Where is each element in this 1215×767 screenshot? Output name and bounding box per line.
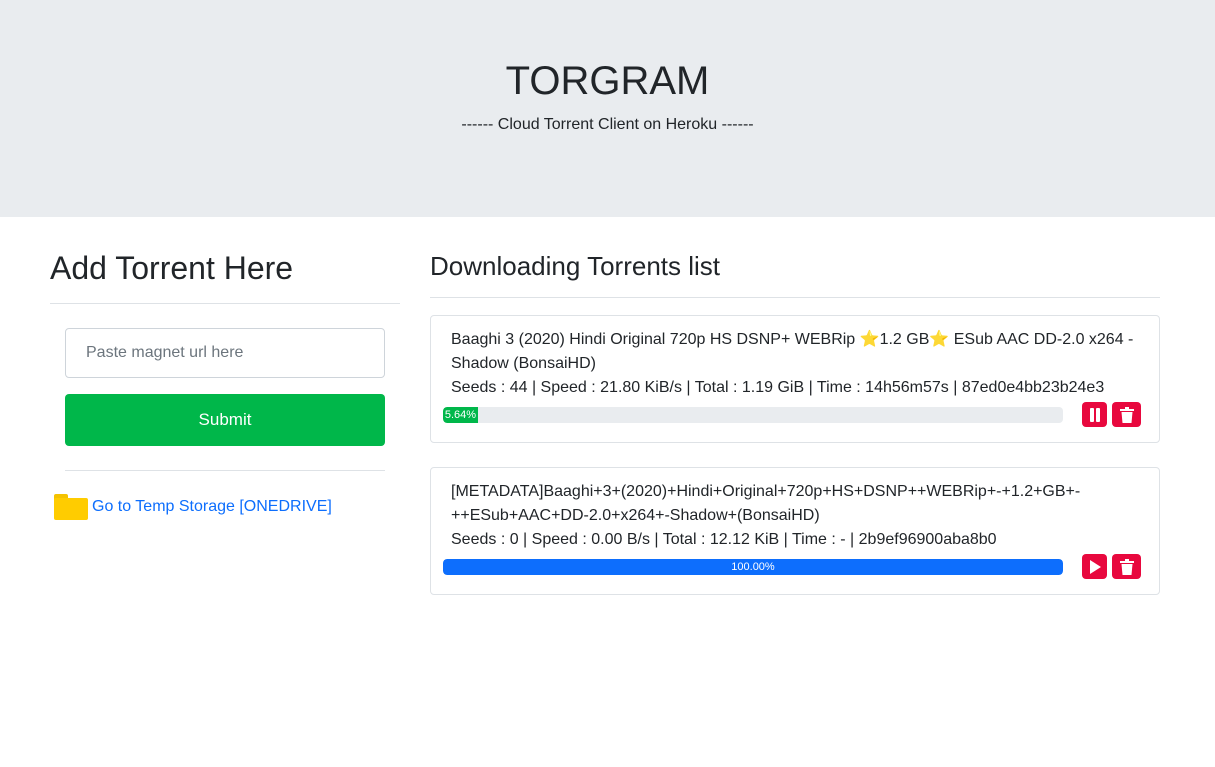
folder-icon	[54, 494, 88, 520]
torrent-stats: Seeds : 44 | Speed : 21.80 KiB/s | Total…	[451, 379, 1105, 396]
app-title: TORGRAM	[505, 59, 710, 103]
delete-button[interactable]	[1112, 402, 1141, 427]
play-icon	[1089, 559, 1101, 574]
torrent-list-heading: Downloading Torrents list	[430, 251, 720, 281]
trash-icon	[1119, 406, 1134, 423]
torrent-name: [METADATA]Baaghi+3+(2020)+Hindi+Original…	[451, 483, 1081, 524]
progress-bar: 100.00%	[443, 559, 1063, 575]
magnet-url-input[interactable]	[65, 328, 385, 378]
header-jumbotron: TORGRAM ------ Cloud Torrent Client on H…	[0, 0, 1215, 217]
trash-icon	[1119, 558, 1134, 575]
torrent-name: Baaghi 3 (2020) Hindi Original 720p HS D…	[451, 331, 1134, 372]
torrent-card: [METADATA]Baaghi+3+(2020)+Hindi+Original…	[430, 467, 1160, 595]
progress-fill: 5.64%	[443, 407, 478, 423]
progress-bar: 5.64%	[443, 407, 1063, 423]
delete-button[interactable]	[1112, 554, 1141, 579]
temp-storage-link[interactable]: Go to Temp Storage [ONEDRIVE]	[54, 494, 332, 520]
pause-button[interactable]	[1082, 402, 1107, 427]
temp-storage-link-label: Go to Temp Storage [ONEDRIVE]	[92, 498, 332, 515]
progress-label: 100.00%	[731, 561, 775, 573]
torrent-stats: Seeds : 0 | Speed : 0.00 B/s | Total : 1…	[451, 531, 997, 548]
progress-label: 5.64%	[444, 409, 477, 421]
add-torrent-heading: Add Torrent Here	[50, 250, 294, 286]
pause-icon	[1089, 407, 1100, 422]
app-subtitle: ------ Cloud Torrent Client on Heroku --…	[461, 116, 754, 133]
divider	[65, 470, 385, 471]
divider	[430, 297, 1160, 298]
progress-fill: 100.00%	[443, 559, 1063, 575]
resume-button[interactable]	[1082, 554, 1107, 579]
divider	[50, 303, 400, 304]
submit-button[interactable]: Submit	[65, 394, 385, 446]
torrent-card: Baaghi 3 (2020) Hindi Original 720p HS D…	[430, 315, 1160, 443]
